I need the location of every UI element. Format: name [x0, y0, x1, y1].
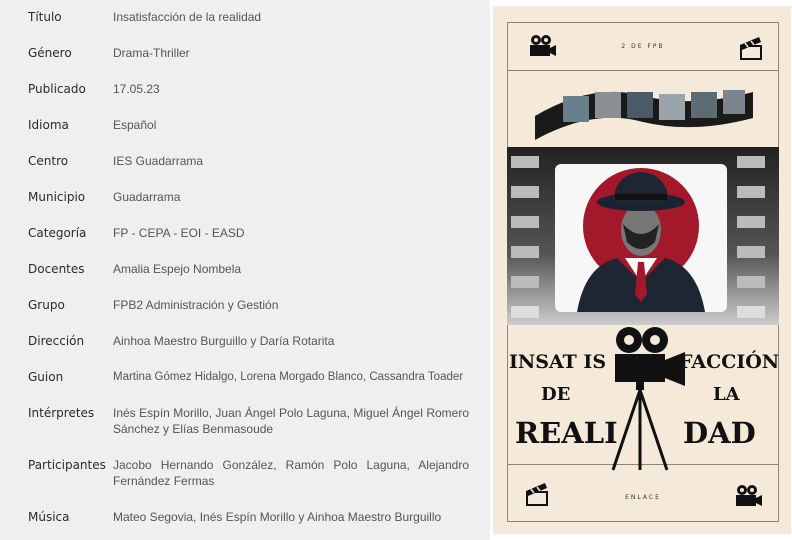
movie-camera-tripod-icon	[611, 327, 685, 471]
detail-value: IES Guadarrama	[113, 154, 204, 168]
detail-label: Música	[28, 510, 70, 524]
detail-value: Inés Espín Morillo, Juan Ángel Polo Lagu…	[113, 406, 469, 436]
detail-value: Martina Gómez Hidalgo, Lorena Morgado Bl…	[113, 371, 464, 383]
poster-title-line1-right: FACCIÓN	[679, 351, 780, 373]
poster-title-line2-left: DE	[541, 384, 571, 405]
detail-value: FP - CEPA - EOI - EASD	[113, 226, 245, 240]
detail-label: Participantes	[28, 458, 106, 472]
detail-value: Amalia Espejo Nombela	[113, 262, 242, 276]
gangster-illustration	[577, 168, 705, 312]
detail-label: Publicado	[28, 82, 86, 96]
detail-value: Drama-Thriller	[113, 46, 190, 60]
detail-value: Español	[113, 118, 157, 132]
film-perforation	[511, 186, 539, 198]
film-perforation	[511, 276, 539, 288]
detail-label: Docentes	[28, 262, 85, 276]
detail-label: Categoría	[28, 226, 87, 240]
detail-value: Guadarrama	[113, 190, 181, 204]
detail-label: Centro	[28, 154, 69, 168]
detail-label: Grupo	[28, 298, 65, 312]
detail-value: FPB2 Administración y Gestión	[113, 298, 279, 312]
poster-divider	[507, 70, 779, 71]
poster-top-text: 2 DE FPB	[621, 43, 665, 50]
detail-value: 17.05.23	[113, 82, 160, 96]
film-strip-image	[535, 90, 753, 140]
film-perforation	[737, 216, 765, 228]
film-perforation	[737, 306, 765, 318]
film-perforation	[511, 156, 539, 168]
poster-title-line3-right: DAD	[683, 416, 756, 450]
poster-title-line2-right: LA	[713, 384, 740, 405]
detail-value: Insatisfacción de la realidad	[113, 10, 262, 24]
detail-label: Guion	[28, 370, 64, 384]
film-perforation	[511, 306, 539, 318]
detail-label: Idioma	[28, 118, 69, 132]
film-perforation	[737, 276, 765, 288]
detail-label: Dirección	[28, 334, 85, 348]
clapperboard-icon	[740, 37, 762, 60]
poster-image: 2 DE FPB INSAT IS FACCIÓN DE LA REALI DA…	[490, 0, 792, 540]
film-perforation	[737, 156, 765, 168]
detail-label: Municipio	[28, 190, 86, 204]
detail-value: Jacobo Hernando González, Ramón Polo Lag…	[113, 458, 469, 488]
poster-title-line1-left: INSAT IS	[509, 351, 607, 373]
illustration-panel	[555, 164, 727, 312]
detail-value: Mateo Segovia, Inés Espín Morillo y Ainh…	[113, 510, 442, 524]
poster-title-line3-left: REALI	[515, 416, 618, 450]
details-panel: Título Insatisfacción de la realidad Gén…	[0, 0, 490, 540]
film-camera-icon	[736, 485, 762, 506]
detail-label: Título	[28, 10, 62, 24]
movie-poster: 2 DE FPB INSAT IS FACCIÓN DE LA REALI DA…	[493, 6, 791, 534]
clapperboard-icon	[526, 483, 548, 506]
film-perforation	[737, 186, 765, 198]
film-perforation	[511, 216, 539, 228]
film-camera-icon	[530, 35, 556, 56]
film-perforation	[511, 246, 539, 258]
film-perforation	[737, 246, 765, 258]
detail-value: Ainhoa Maestro Burguillo y Daría Rotarit…	[113, 334, 335, 348]
detail-label: Género	[28, 46, 72, 60]
detail-label: Intérpretes	[28, 406, 95, 420]
poster-bottom-text: ENLACE	[625, 494, 661, 501]
